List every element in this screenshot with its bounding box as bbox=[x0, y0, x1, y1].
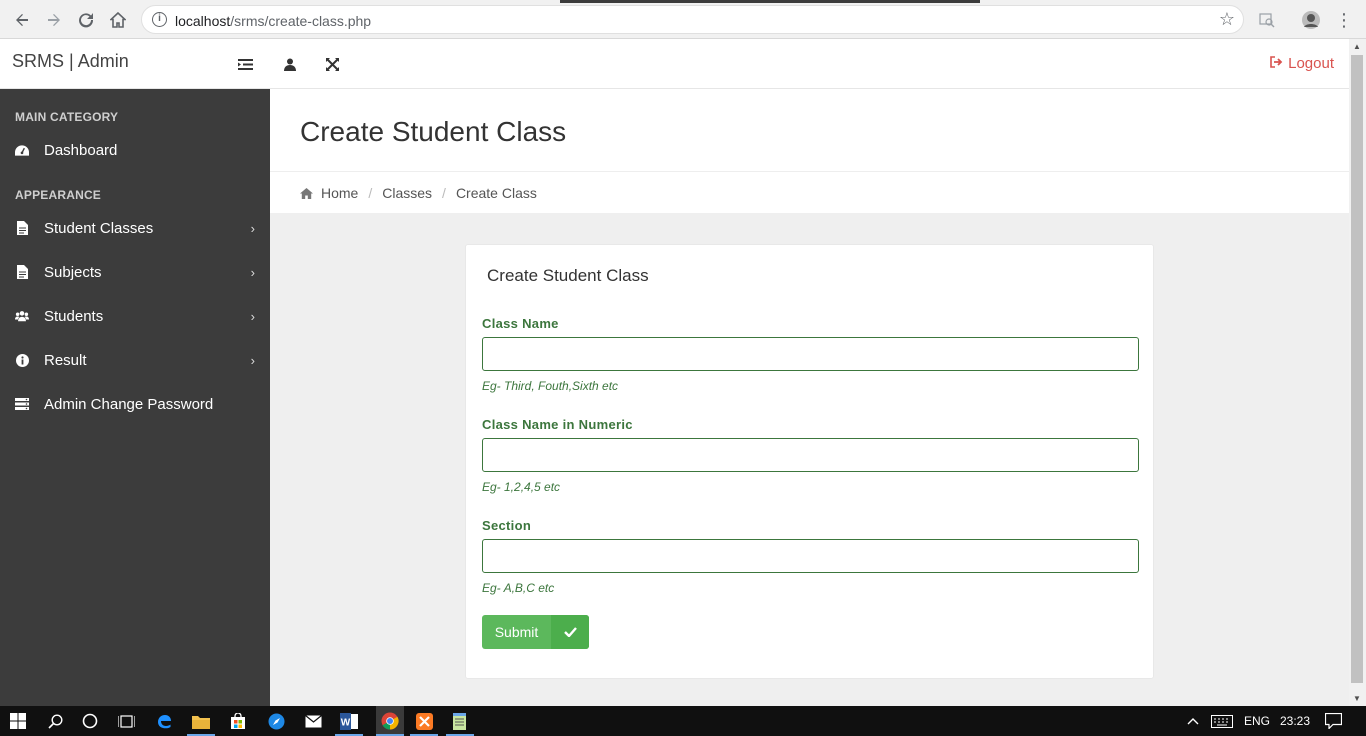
window-title-strip bbox=[560, 0, 980, 3]
info-icon bbox=[15, 353, 29, 367]
chevron-right-icon: › bbox=[250, 220, 255, 236]
chevron-right-icon: › bbox=[250, 308, 255, 324]
windows-taskbar: W ENG 23:23 bbox=[0, 706, 1366, 736]
class-numeric-input[interactable] bbox=[482, 438, 1139, 472]
breadcrumb-classes[interactable]: Classes bbox=[382, 185, 432, 201]
bookmark-star-icon[interactable]: ☆ bbox=[1219, 9, 1235, 30]
sidebar-item-label: Result bbox=[44, 351, 87, 369]
sidebar: MAIN CATEGORY Dashboard APPEARANCE Stude… bbox=[0, 89, 270, 706]
sidebar-item-label: Subjects bbox=[44, 263, 102, 281]
scroll-down-icon[interactable]: ▼ bbox=[1353, 694, 1361, 703]
sidebar-item-subjects[interactable]: Subjects › bbox=[0, 252, 270, 292]
breadcrumb-bar: Home / Classes / Create Class bbox=[270, 172, 1349, 213]
chevron-right-icon: › bbox=[250, 264, 255, 280]
create-class-panel: Create Student Class Class Name Eg- Thir… bbox=[465, 244, 1154, 679]
search-page-icon[interactable] bbox=[1255, 8, 1279, 32]
xampp-icon[interactable] bbox=[414, 711, 434, 731]
class-numeric-help: Eg- 1,2,4,5 etc bbox=[482, 480, 561, 494]
fullscreen-icon[interactable] bbox=[323, 55, 341, 73]
back-icon[interactable] bbox=[10, 8, 34, 32]
browser-toolbar: i localhost/srms/create-class.php ☆ ⋮ bbox=[0, 0, 1366, 39]
keyboard-icon[interactable] bbox=[1211, 711, 1233, 731]
logout-label: Logout bbox=[1288, 55, 1334, 72]
notepad-icon[interactable] bbox=[450, 711, 470, 731]
class-numeric-label: Class Name in Numeric bbox=[482, 417, 633, 432]
users-icon bbox=[15, 309, 29, 323]
class-name-input[interactable] bbox=[482, 337, 1139, 371]
file-icon bbox=[15, 265, 29, 279]
sidebar-item-dashboard[interactable]: Dashboard bbox=[0, 130, 270, 170]
sidebar-item-label: Student Classes bbox=[44, 219, 154, 237]
app-header: SRMS | Admin Logout bbox=[0, 39, 1349, 89]
breadcrumb-current: Create Class bbox=[455, 185, 537, 201]
browser-menu-icon[interactable]: ⋮ bbox=[1332, 8, 1356, 32]
dashboard-icon bbox=[15, 143, 29, 157]
profile-avatar-icon[interactable] bbox=[1299, 8, 1323, 32]
sidebar-category-appearance: APPEARANCE bbox=[15, 188, 102, 202]
mail-icon[interactable] bbox=[303, 711, 323, 731]
breadcrumb-separator: / bbox=[368, 185, 373, 201]
submit-label: Submit bbox=[494, 624, 539, 640]
page-title-area: Create Student Class bbox=[270, 89, 1349, 172]
breadcrumb-separator: / bbox=[442, 185, 446, 201]
sidebar-item-label: Admin Change Password bbox=[44, 395, 214, 413]
sidebar-item-result[interactable]: Result › bbox=[0, 340, 270, 380]
home-icon bbox=[300, 187, 313, 199]
sidebar-item-label: Students bbox=[44, 307, 104, 325]
page-scrollbar[interactable]: ▲ ▼ bbox=[1349, 39, 1366, 706]
breadcrumb-home[interactable]: Home bbox=[321, 185, 358, 201]
class-name-label: Class Name bbox=[482, 316, 559, 331]
sidebar-item-students[interactable]: Students › bbox=[0, 296, 270, 336]
notifications-icon[interactable] bbox=[1323, 711, 1343, 731]
section-label: Section bbox=[482, 518, 532, 533]
sidebar-item-student-classes[interactable]: Student Classes › bbox=[0, 208, 270, 248]
url-text[interactable]: localhost/srms/create-class.php bbox=[175, 13, 371, 29]
user-icon[interactable] bbox=[281, 55, 299, 73]
check-icon bbox=[551, 615, 589, 649]
reload-icon[interactable] bbox=[74, 8, 98, 32]
address-bar[interactable]: i localhost/srms/create-class.php ☆ bbox=[141, 5, 1244, 34]
breadcrumb: Home / Classes / Create Class bbox=[300, 185, 537, 201]
chrome-icon[interactable] bbox=[376, 706, 404, 736]
section-input[interactable] bbox=[482, 539, 1139, 573]
sign-out-icon bbox=[1270, 55, 1283, 72]
windows-start-icon[interactable] bbox=[8, 711, 28, 731]
clock[interactable]: 23:23 bbox=[1280, 714, 1310, 728]
logout-button[interactable]: Logout bbox=[1270, 55, 1334, 72]
server-icon bbox=[15, 397, 29, 411]
compass-app-icon[interactable] bbox=[266, 711, 286, 731]
site-info-icon[interactable]: i bbox=[152, 12, 167, 27]
language-indicator[interactable]: ENG bbox=[1244, 714, 1270, 728]
search-icon[interactable] bbox=[45, 711, 65, 731]
sidebar-item-label: Dashboard bbox=[44, 141, 118, 159]
panel-title: Create Student Class bbox=[487, 266, 649, 285]
word-icon[interactable]: W bbox=[339, 711, 359, 731]
scrollbar-thumb[interactable] bbox=[1351, 55, 1363, 683]
sidebar-category-main: MAIN CATEGORY bbox=[15, 110, 119, 124]
cortana-icon[interactable] bbox=[80, 711, 100, 731]
chevron-right-icon: › bbox=[250, 352, 255, 368]
chevron-up-icon[interactable] bbox=[1183, 711, 1203, 731]
sidebar-toggle-icon[interactable] bbox=[236, 55, 254, 73]
edge-browser-icon[interactable] bbox=[154, 711, 174, 731]
scroll-up-icon[interactable]: ▲ bbox=[1353, 42, 1361, 51]
section-help: Eg- A,B,C etc bbox=[482, 581, 555, 595]
svg-text:W: W bbox=[341, 717, 351, 728]
page-title: Create Student Class bbox=[300, 116, 567, 147]
home-icon[interactable] bbox=[106, 8, 130, 32]
forward-icon[interactable] bbox=[42, 8, 66, 32]
sidebar-item-admin-change-password[interactable]: Admin Change Password bbox=[0, 384, 270, 424]
file-icon bbox=[15, 221, 29, 235]
store-icon[interactable] bbox=[228, 711, 248, 731]
file-explorer-icon[interactable] bbox=[191, 711, 211, 731]
class-name-help: Eg- Third, Fouth,Sixth etc bbox=[482, 379, 619, 393]
submit-button[interactable]: Submit bbox=[482, 615, 589, 649]
brand-title[interactable]: SRMS | Admin bbox=[12, 51, 129, 72]
task-view-icon[interactable] bbox=[116, 711, 136, 731]
